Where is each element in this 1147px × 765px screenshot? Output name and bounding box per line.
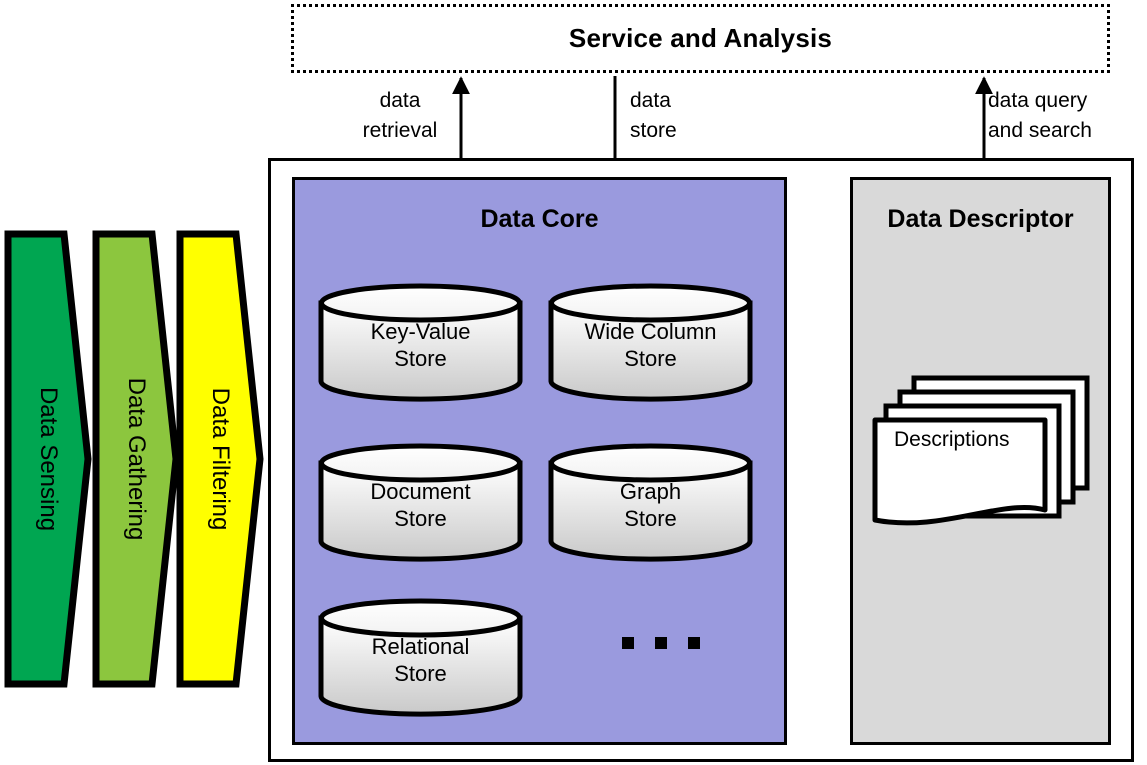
cylinder-icon bbox=[318, 283, 523, 402]
diagram-canvas: Service and Analysis data retrieval data… bbox=[0, 0, 1147, 765]
ellipsis-dot bbox=[688, 637, 700, 649]
store-relational-store: Relational Store bbox=[318, 598, 523, 717]
chevron-shape bbox=[92, 230, 180, 688]
service-and-analysis-title: Service and Analysis bbox=[568, 23, 833, 53]
cylinder-icon bbox=[548, 283, 753, 402]
descriptions-document-stack: Descriptions bbox=[872, 370, 1092, 530]
pipeline-stage-data-sensing: Data Sensing bbox=[4, 230, 92, 688]
store-key-value-store: Key-Value Store bbox=[318, 283, 523, 402]
pipeline-stage-data-filtering: Data Filtering bbox=[176, 230, 264, 688]
data-core-title: Data Core bbox=[480, 205, 599, 233]
store-graph-store: Graph Store bbox=[548, 443, 753, 562]
cylinder-icon bbox=[318, 443, 523, 562]
ellipsis-dot bbox=[622, 637, 634, 649]
label-data-retrieval: data retrieval bbox=[362, 89, 438, 142]
label-data-store: data store bbox=[630, 89, 677, 142]
documents-icon bbox=[872, 375, 1090, 526]
chevron-shape bbox=[4, 230, 92, 688]
ellipsis-dot bbox=[655, 637, 667, 649]
store-document-store: Document Store bbox=[318, 443, 523, 562]
label-data-query-and-search: data query and search bbox=[988, 89, 1092, 142]
service-and-analysis-box: Service and Analysis bbox=[291, 4, 1110, 73]
data-descriptor-title: Data Descriptor bbox=[887, 205, 1074, 233]
more-stores-ellipsis bbox=[622, 637, 700, 649]
pipeline-stage-data-gathering: Data Gathering bbox=[92, 230, 180, 688]
cylinder-icon bbox=[548, 443, 753, 562]
chevron-shape bbox=[176, 230, 264, 688]
cylinder-icon bbox=[318, 598, 523, 717]
store-wide-column-store: Wide Column Store bbox=[548, 283, 753, 402]
